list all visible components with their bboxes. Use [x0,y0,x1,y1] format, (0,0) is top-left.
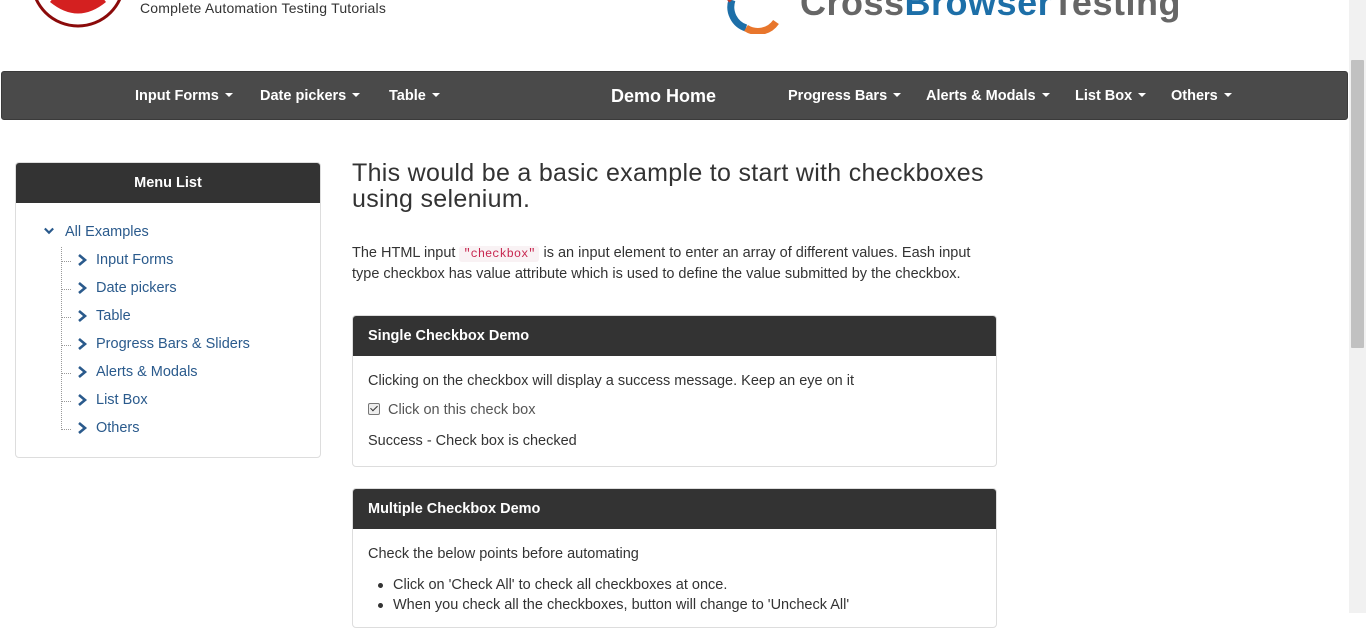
nav-others[interactable]: Others [1171,72,1232,121]
single-checkbox[interactable] [368,403,380,416]
tree-all-examples[interactable]: All Examples [44,224,149,240]
nav-list-box[interactable]: List Box [1075,72,1147,121]
single-checkbox-panel-title: Single Checkbox Demo [353,316,996,356]
single-checkbox-description: Clicking on the checkbox will display a … [368,373,855,389]
caret-down-icon [224,93,233,98]
chevron-right-icon [78,282,88,294]
cbt-logo-text: CrossBrowserTesting [800,0,1181,23]
success-message: Success - Check box is checked [368,433,577,449]
chevron-right-icon [78,394,88,406]
chevron-right-icon [78,366,88,378]
single-checkbox-row[interactable]: Click on this check box [368,402,535,418]
chevron-right-icon [78,422,88,434]
caret-down-icon [431,93,440,98]
nav-date-pickers[interactable]: Date pickers [260,72,361,121]
intro-paragraph: The HTML input "checkbox" is an input el… [352,245,971,282]
page-title: This would be a basic example to start w… [352,159,984,213]
caret-down-icon [1138,93,1147,98]
caret-down-icon [1041,93,1050,98]
single-checkbox-label[interactable]: Click on this check box [388,402,535,418]
nav-progress-bars[interactable]: Progress Bars [788,72,902,121]
instruction-list: Click on 'Check All' to check all checkb… [377,575,850,615]
chevron-right-icon [78,310,88,322]
top-header: Complete Automation Testing Tutorials Cr… [0,0,1349,70]
multiple-checkbox-panel-title: Multiple Checkbox Demo [353,489,996,529]
scrollbar-thumb[interactable] [1351,60,1364,348]
chevron-down-icon [44,227,54,235]
cbt-logo-icon [727,0,779,34]
multiple-checkbox-panel: Multiple Checkbox Demo Check the below p… [352,488,997,628]
menu-list-panel: Menu List All Examples Input Forms Date … [15,162,321,458]
crossbrowsertesting-logo[interactable]: CrossBrowserTesting [724,0,1180,34]
inline-code: "checkbox" [459,246,540,262]
chevron-right-icon [78,338,88,350]
multiple-checkbox-description: Check the below points before automating [368,546,639,562]
menu-list-title: Menu List [16,163,320,203]
nav-table[interactable]: Table [389,72,440,121]
nav-alerts-modals[interactable]: Alerts & Modals [926,72,1050,121]
main-navbar: Input Forms Date pickers Table Demo Home… [1,71,1348,120]
list-item: When you check all the checkboxes, butto… [377,597,850,613]
site-logo[interactable] [28,0,128,30]
caret-down-icon [352,93,361,98]
chevron-right-icon [78,254,88,266]
nav-demo-home[interactable]: Demo Home [611,72,716,121]
site-tagline: Complete Automation Testing Tutorials [140,0,387,16]
caret-down-icon [893,93,902,98]
list-item: Click on 'Check All' to check all checkb… [377,575,849,595]
caret-down-icon [1223,93,1232,98]
single-checkbox-panel: Single Checkbox Demo Clicking on the che… [352,315,997,467]
nav-input-forms[interactable]: Input Forms [135,72,233,121]
